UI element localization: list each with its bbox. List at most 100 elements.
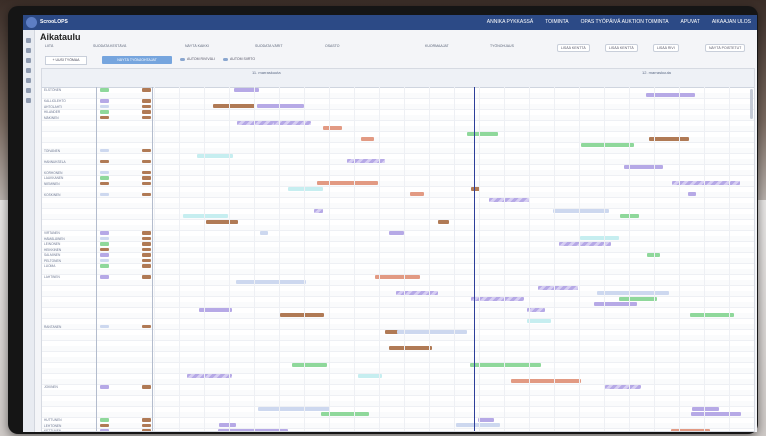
- status-tag[interactable]: [142, 418, 151, 422]
- topnav-logout[interactable]: AIKAAJAN ULOS: [712, 19, 751, 25]
- filter-label[interactable]: TYÖNOHJAUS: [490, 44, 514, 48]
- status-tag[interactable]: [142, 423, 151, 427]
- status-tag[interactable]: [142, 275, 151, 279]
- filter-label[interactable]: SUODATA KESTÄVÄ: [93, 44, 126, 48]
- task-bar[interactable]: [375, 274, 420, 279]
- task-bar[interactable]: [323, 126, 342, 131]
- status-tag[interactable]: [100, 231, 109, 235]
- auto-move-toggle[interactable]: AUTOM SIIRTO: [223, 57, 255, 61]
- task-bar[interactable]: [511, 379, 581, 384]
- task-bar[interactable]: [605, 384, 641, 389]
- status-tag[interactable]: [142, 192, 151, 196]
- task-bar[interactable]: [692, 406, 719, 411]
- status-tag[interactable]: [100, 192, 109, 196]
- task-bar[interactable]: [183, 214, 228, 219]
- sidebar-calendar-icon[interactable]: [26, 48, 31, 53]
- status-tag[interactable]: [142, 324, 151, 328]
- filter-label[interactable]: KUORMAAJAT: [425, 44, 449, 48]
- status-tag[interactable]: [142, 176, 151, 180]
- topnav-guide[interactable]: OPAS TYÖPÄIVÄ AUKTION TOIMINTA: [581, 19, 669, 25]
- status-tag[interactable]: [142, 231, 151, 235]
- task-bar[interactable]: [410, 192, 424, 197]
- status-tag[interactable]: [142, 247, 151, 251]
- task-bar[interactable]: [597, 291, 669, 296]
- topnav-help[interactable]: APUVAT: [681, 19, 700, 25]
- task-bar[interactable]: [688, 192, 696, 197]
- status-tag[interactable]: [142, 170, 151, 174]
- add-row-button[interactable]: LISÄÄ RIVI: [653, 44, 679, 52]
- filter-label[interactable]: NÄYTÄ KAIKKI: [185, 44, 209, 48]
- status-tag[interactable]: [100, 170, 109, 174]
- status-tag[interactable]: [100, 264, 109, 268]
- task-bar[interactable]: [197, 153, 233, 158]
- add-field-button[interactable]: LISÄÄ KENTTÄ: [605, 44, 638, 52]
- task-bar[interactable]: [292, 362, 327, 367]
- sidebar-list-icon[interactable]: [26, 58, 31, 63]
- task-bar[interactable]: [280, 313, 324, 318]
- task-bar[interactable]: [478, 417, 494, 422]
- task-bar[interactable]: [619, 296, 657, 301]
- task-bar[interactable]: [219, 423, 236, 428]
- auto-spacing-toggle[interactable]: AUTOM RIVIVÄLI: [180, 57, 215, 61]
- task-bar[interactable]: [553, 208, 609, 213]
- task-bar[interactable]: [213, 104, 255, 109]
- status-tag[interactable]: [100, 104, 109, 108]
- status-tag[interactable]: [142, 159, 151, 163]
- topnav-user[interactable]: ANNIKA PYKKASSÄ: [487, 19, 533, 25]
- status-tag[interactable]: [100, 429, 109, 431]
- status-tag[interactable]: [100, 176, 109, 180]
- task-bar[interactable]: [691, 412, 741, 417]
- status-tag[interactable]: [142, 253, 151, 257]
- task-bar[interactable]: [314, 208, 323, 213]
- task-bar[interactable]: [234, 87, 259, 92]
- status-tag[interactable]: [100, 99, 109, 103]
- status-tag[interactable]: [100, 159, 109, 163]
- status-tag[interactable]: [100, 253, 109, 257]
- status-tag[interactable]: [100, 418, 109, 422]
- show-foremen-button[interactable]: NÄYTÄ TYÖNJOHTAJAT: [102, 56, 172, 64]
- task-bar[interactable]: [456, 423, 500, 428]
- topnav-activity[interactable]: TOIMINTA: [545, 19, 568, 25]
- vertical-scrollbar[interactable]: [750, 89, 753, 119]
- task-bar[interactable]: [187, 373, 232, 378]
- sidebar-users-icon[interactable]: [26, 68, 31, 73]
- sidebar-map-icon[interactable]: [26, 98, 31, 103]
- status-tag[interactable]: [142, 429, 151, 431]
- task-bar[interactable]: [260, 230, 268, 235]
- task-bar[interactable]: [236, 280, 306, 285]
- task-bar[interactable]: [288, 186, 323, 191]
- schedule-row[interactable]: KETTUNEN: [42, 428, 754, 431]
- task-bar[interactable]: [389, 230, 404, 235]
- task-bar[interactable]: [396, 291, 438, 296]
- task-bar[interactable]: [489, 197, 529, 202]
- status-tag[interactable]: [100, 258, 109, 262]
- task-bar[interactable]: [258, 406, 330, 411]
- status-tag[interactable]: [100, 110, 109, 114]
- task-bar[interactable]: [467, 131, 498, 136]
- status-tag[interactable]: [142, 88, 151, 92]
- task-bar[interactable]: [649, 137, 689, 142]
- status-tag[interactable]: [100, 242, 109, 246]
- status-tag[interactable]: [142, 148, 151, 152]
- schedule-grid[interactable]: 11. marraskuuta 12. marraskuuta ELSTÖNEN…: [41, 68, 755, 432]
- status-tag[interactable]: [100, 423, 109, 427]
- task-bar[interactable]: [389, 346, 432, 351]
- task-bar[interactable]: [237, 120, 276, 125]
- add-field-button[interactable]: LISÄÄ KENTTÄ: [557, 44, 590, 52]
- status-tag[interactable]: [100, 324, 109, 328]
- show-deleted-button[interactable]: NÄYTÄ POISTETUT: [705, 44, 746, 52]
- task-bar[interactable]: [470, 362, 541, 367]
- status-tag[interactable]: [100, 88, 109, 92]
- status-tag[interactable]: [142, 236, 151, 240]
- task-bar[interactable]: [581, 142, 634, 147]
- filter-label[interactable]: OSASTO: [325, 44, 340, 48]
- task-bar[interactable]: [361, 137, 374, 142]
- task-bar[interactable]: [538, 285, 578, 290]
- status-tag[interactable]: [142, 104, 151, 108]
- status-tag[interactable]: [100, 275, 109, 279]
- task-bar[interactable]: [594, 302, 637, 307]
- status-tag[interactable]: [142, 181, 151, 185]
- task-bar[interactable]: [527, 318, 551, 323]
- task-bar[interactable]: [438, 219, 449, 224]
- status-tag[interactable]: [142, 99, 151, 103]
